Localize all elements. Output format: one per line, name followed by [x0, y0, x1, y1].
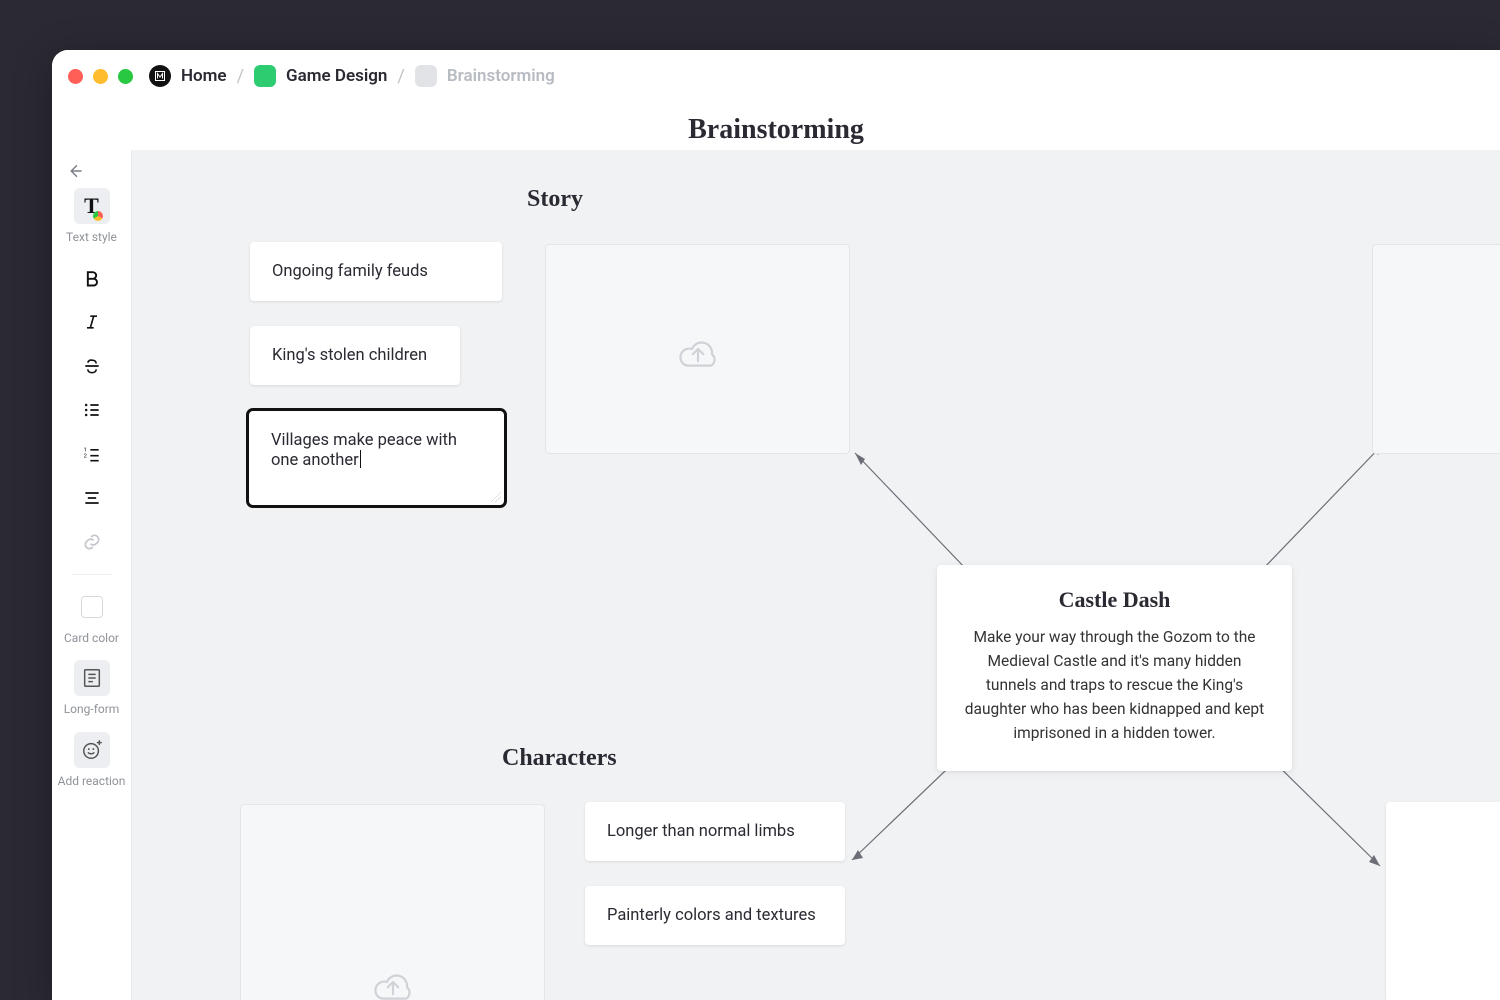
image-dropzone-right-top[interactable]: [1372, 244, 1500, 454]
card-text: Longer than normal limbs: [607, 822, 795, 841]
text-style-button[interactable]: T: [74, 188, 110, 224]
breadcrumb-separator: /: [397, 66, 404, 87]
center-card-title: Castle Dash: [963, 587, 1266, 613]
character-card-painterly[interactable]: Painterly colors and textures: [585, 886, 845, 945]
text-style-icon: T: [84, 193, 99, 219]
breadcrumb-project[interactable]: Game Design: [254, 65, 387, 87]
bullet-list-icon: [82, 400, 102, 420]
link-button[interactable]: [74, 524, 110, 560]
svg-text:2: 2: [83, 453, 87, 459]
page-color-icon: [415, 65, 437, 87]
breadcrumb-page[interactable]: Brainstorming: [415, 65, 555, 87]
cloud-upload-icon: [1497, 326, 1500, 372]
dock-divider: [72, 574, 112, 575]
numbered-list-button[interactable]: 12: [74, 436, 110, 472]
project-color-icon: [254, 65, 276, 87]
card-text: Painterly colors and textures: [607, 906, 816, 925]
minimize-window-button[interactable]: [93, 69, 108, 84]
card-color-swatch-icon: [81, 596, 103, 618]
bold-button[interactable]: [74, 260, 110, 296]
align-button[interactable]: [74, 480, 110, 516]
breadcrumb-separator: /: [237, 66, 244, 87]
cloud-upload-icon: [670, 326, 726, 372]
long-form-button[interactable]: [74, 660, 110, 696]
zoom-window-button[interactable]: [118, 69, 133, 84]
italic-icon: [82, 312, 102, 332]
link-icon: [82, 532, 102, 552]
breadcrumb-project-label: Game Design: [286, 66, 387, 86]
app-logo-icon: [149, 65, 171, 87]
card-text: King's stolen children: [272, 346, 427, 365]
story-card-feuds[interactable]: Ongoing family feuds: [250, 242, 502, 301]
align-center-icon: [82, 488, 102, 508]
add-reaction-button[interactable]: [74, 732, 110, 768]
right-bottom-card[interactable]: [1386, 802, 1500, 1000]
back-button[interactable]: [66, 162, 84, 180]
long-form-icon: [81, 667, 103, 689]
strikethrough-button[interactable]: [74, 348, 110, 384]
text-style-label: Text style: [56, 230, 128, 246]
bullet-list-button[interactable]: [74, 392, 110, 428]
section-heading-characters[interactable]: Characters: [502, 745, 617, 772]
character-card-limbs[interactable]: Longer than normal limbs: [585, 802, 845, 861]
card-color-label: Card color: [56, 631, 128, 647]
numbered-list-icon: 12: [82, 444, 102, 464]
add-reaction-icon: [81, 739, 103, 761]
bold-icon: [82, 268, 102, 288]
story-card-stolen[interactable]: King's stolen children: [250, 326, 460, 385]
card-color-button[interactable]: [74, 589, 110, 625]
long-form-label: Long-form: [56, 702, 128, 718]
breadcrumb-home-label: Home: [181, 66, 227, 86]
strikethrough-icon: [82, 356, 102, 376]
image-dropzone-story[interactable]: [545, 244, 850, 454]
close-window-button[interactable]: [68, 69, 83, 84]
image-dropzone-characters[interactable]: [240, 804, 545, 1000]
card-text-editing[interactable]: Villages make peace with one another: [271, 431, 457, 470]
breadcrumb-home[interactable]: Home: [149, 65, 227, 87]
italic-button[interactable]: [74, 304, 110, 340]
board-canvas[interactable]: Story Ongoing family feuds King's stolen…: [132, 150, 1500, 1000]
tool-dock: T Text style 12 Card color: [52, 150, 132, 1000]
app-window: Home / Game Design / Brainstorming Brain…: [52, 50, 1500, 1000]
story-card-peace[interactable]: Villages make peace with one another: [249, 411, 504, 505]
cloud-upload-icon: [365, 959, 421, 1000]
titlebar: Home / Game Design / Brainstorming: [52, 50, 1500, 102]
section-heading-story[interactable]: Story: [527, 186, 583, 213]
add-reaction-label: Add reaction: [56, 774, 128, 790]
breadcrumb-page-label: Brainstorming: [447, 66, 555, 86]
center-card-body: Make your way through the Gozom to the M…: [963, 625, 1266, 745]
window-controls: [68, 69, 133, 84]
page-title: Brainstorming: [52, 114, 1500, 146]
card-text: Ongoing family feuds: [272, 262, 428, 281]
center-card-castle-dash[interactable]: Castle Dash Make your way through the Go…: [937, 565, 1292, 771]
